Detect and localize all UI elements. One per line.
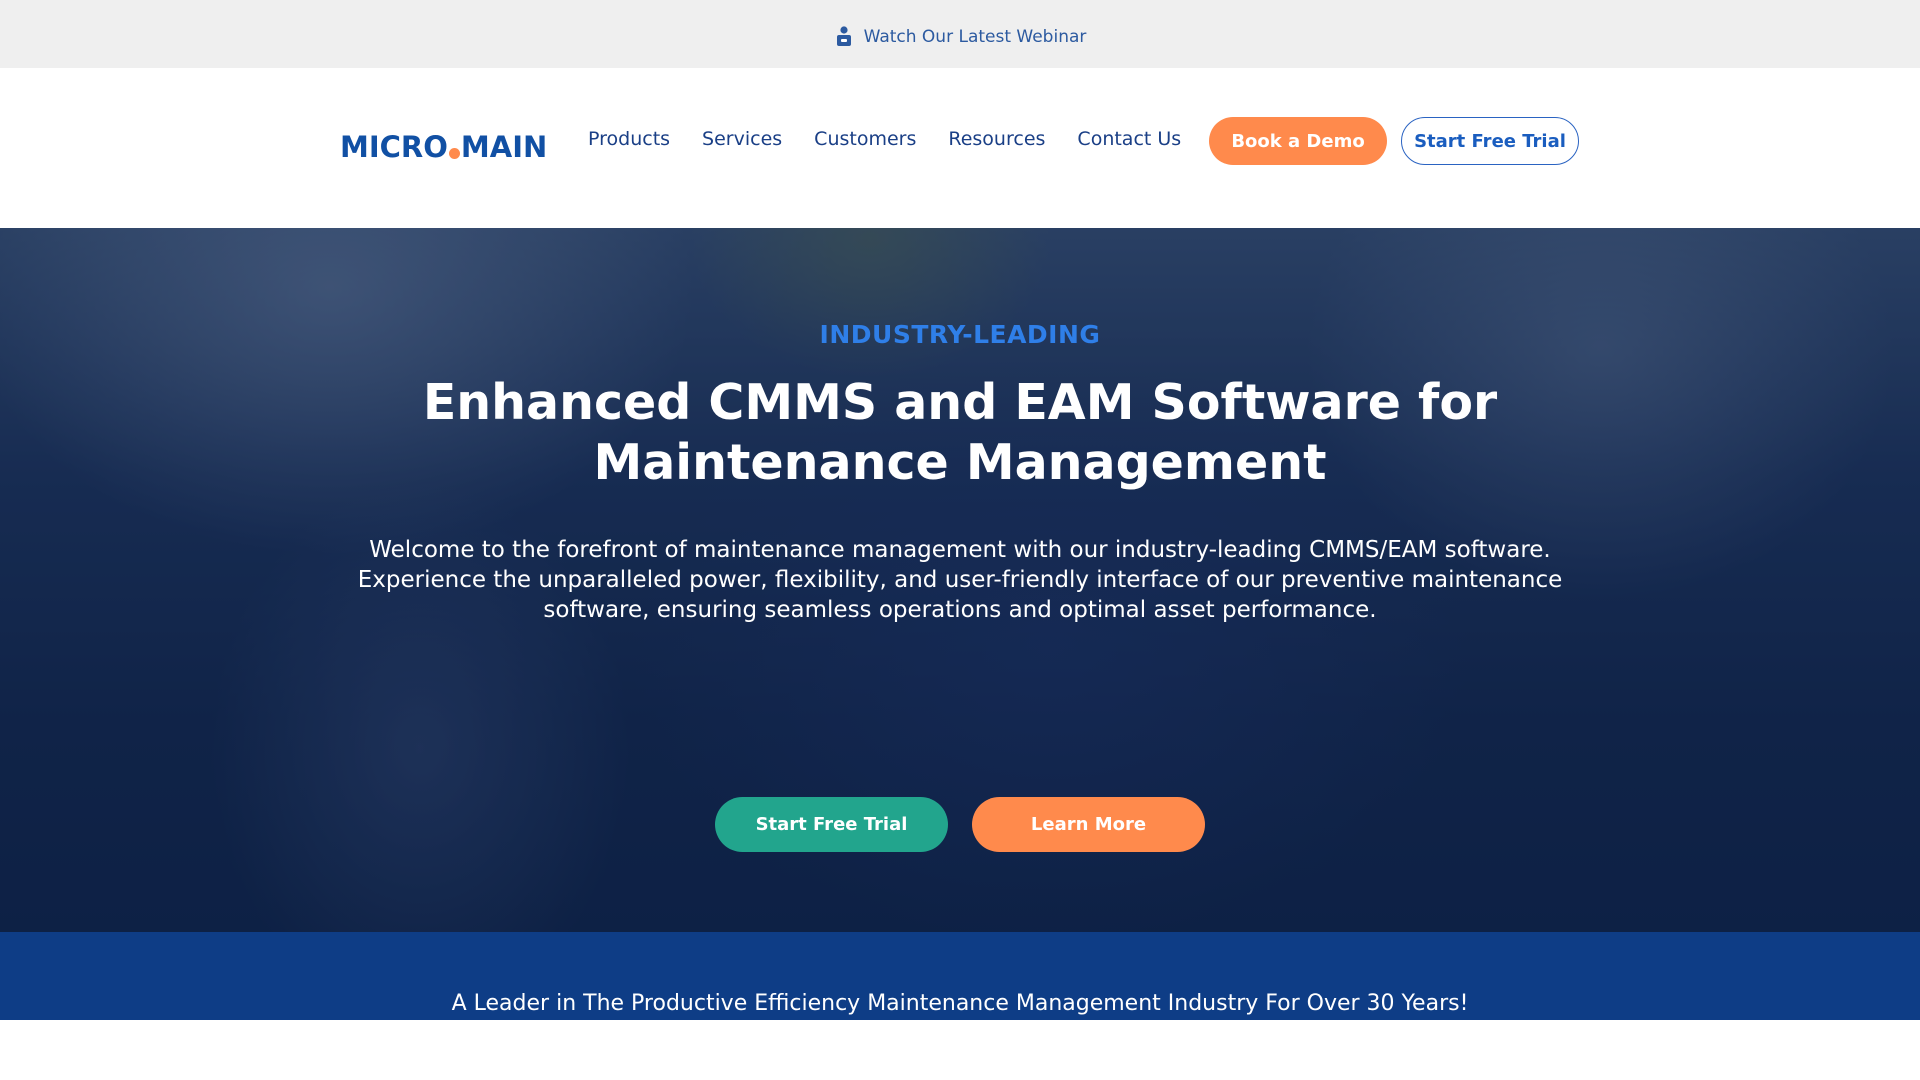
- nav-products[interactable]: Products: [588, 126, 686, 152]
- page-footer-space: [0, 1020, 1920, 1080]
- webinar-presenter-icon: [836, 26, 851, 46]
- main-nav: Products Services Customers Resources Co…: [588, 126, 1197, 152]
- leader-text: A Leader in The Productive Efficiency Ma…: [451, 991, 1469, 1016]
- webinar-link[interactable]: Watch Our Latest Webinar: [834, 26, 1087, 48]
- announcement-bar: Watch Our Latest Webinar: [0, 0, 1920, 68]
- micromain-logo[interactable]: MICRO MAIN: [340, 130, 547, 164]
- hero-learn-more-button[interactable]: Learn More: [972, 797, 1205, 852]
- webinar-link-label: Watch Our Latest Webinar: [863, 27, 1087, 47]
- hero-title: Enhanced CMMS and EAM Software for Maint…: [422, 374, 1498, 491]
- hero-start-trial-button[interactable]: Start Free Trial: [715, 797, 948, 852]
- logo-text-left: MICRO: [340, 130, 448, 164]
- site-header: MICRO MAIN Products Services Customers Re…: [0, 68, 1920, 228]
- logo-text-right: MAIN: [460, 130, 548, 164]
- hero-section: INDUSTRY-LEADING Enhanced CMMS and EAM S…: [0, 228, 1920, 932]
- nav-services[interactable]: Services: [686, 126, 798, 152]
- nav-resources[interactable]: Resources: [932, 126, 1061, 152]
- hero-eyebrow: INDUSTRY-LEADING: [819, 320, 1101, 349]
- logo-dot: [448, 147, 460, 159]
- hero-description: Welcome to the forefront of maintenance …: [357, 537, 1563, 623]
- leader-strip: A Leader in The Productive Efficiency Ma…: [0, 932, 1920, 1020]
- book-demo-button[interactable]: Book a Demo: [1209, 117, 1387, 165]
- nav-contact-us[interactable]: Contact Us: [1061, 126, 1197, 152]
- header-start-trial-button[interactable]: Start Free Trial: [1401, 117, 1579, 165]
- nav-customers[interactable]: Customers: [798, 126, 932, 152]
